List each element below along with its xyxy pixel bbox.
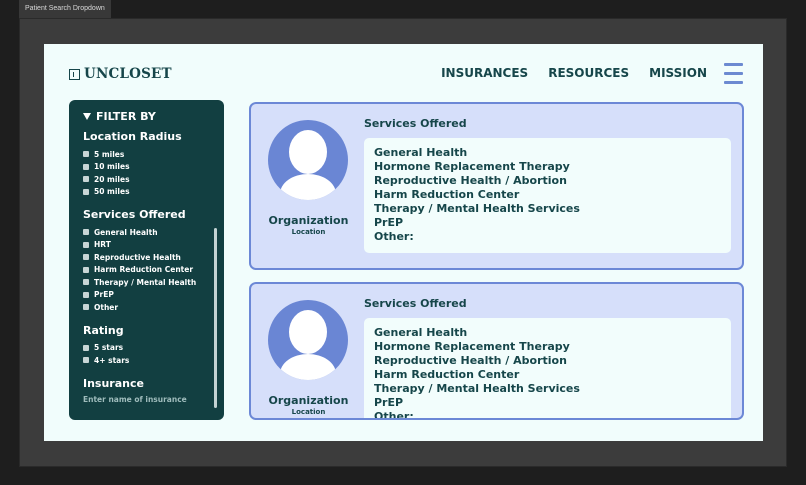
section-title: Rating [83,323,124,337]
option-label: 20 miles [94,174,130,184]
checkbox-icon[interactable] [83,304,89,311]
option-label: HRT [94,240,111,250]
org-info: Organization Location [263,394,354,416]
option-label: 5 stars [94,343,124,353]
option-label: Harm Reduction Center [94,265,194,275]
checkbox-icon[interactable] [83,188,89,195]
insurance-section: Insurance Enter name of insurance [83,377,210,404]
service-item: Reproductive Health / Abortion [374,174,567,187]
service-option-reproductive[interactable]: Reproductive Health [83,251,210,264]
design-canvas: UNCLOSET INSURANCES RESOURCES MISSION FI… [19,18,787,467]
services-section: Services Offered General Health HRT Repr… [83,208,210,314]
hamburger-menu-icon[interactable] [724,63,743,84]
option-label: 50 miles [94,187,130,197]
org-location: Location [291,408,326,416]
checkbox-icon[interactable] [83,291,89,298]
services-title: Services Offered [364,117,467,130]
checkbox-icon[interactable] [83,176,89,183]
org-name: Organization [268,394,349,407]
location-radius-section: Location Radius 5 miles 10 miles 20 mile… [83,130,210,198]
checkbox-icon[interactable] [83,229,89,236]
checkbox-icon[interactable] [83,254,89,261]
services-title: Services Offered [364,297,467,310]
filter-toggle[interactable]: FILTER BY [83,110,210,123]
org-name: Organization [268,214,349,227]
checkbox-icon[interactable] [83,357,89,364]
section-title: Location Radius [83,130,182,143]
org-location: Location [291,228,326,236]
service-item: Harm Reduction Center [374,368,520,381]
insurance-input[interactable]: Enter name of insurance [83,395,210,404]
frame-tab-label: Patient Search Dropdown [19,0,111,18]
service-option-harm-reduction[interactable]: Harm Reduction Center [83,264,210,277]
checkbox-icon[interactable] [83,279,89,286]
rating-section: Rating 5 stars 4+ stars [83,324,210,367]
closet-door-icon [69,68,80,80]
rating-option-5[interactable]: 5 stars [83,342,210,355]
radius-option-10[interactable]: 10 miles [83,161,210,174]
radius-option-20[interactable]: 20 miles [83,173,210,186]
option-label: 10 miles [94,162,130,172]
avatar-icon [268,120,348,200]
caret-down-icon [83,113,91,120]
service-item: Other: [374,230,414,243]
service-item: General Health [374,146,468,159]
service-item: Reproductive Health / Abortion [374,354,567,367]
option-label: Therapy / Mental Health [94,277,197,287]
service-item: Hormone Replacement Therapy [374,340,570,353]
section-title: Insurance [83,376,144,390]
services-list: General Health Hormone Replacement Thera… [364,318,731,420]
option-label: PrEP [94,290,114,300]
option-label: General Health [94,227,158,237]
checkbox-icon[interactable] [83,241,89,248]
checkbox-icon[interactable] [83,266,89,273]
radius-option-5[interactable]: 5 miles [83,148,210,161]
main-nav: INSURANCES RESOURCES MISSION [441,66,707,80]
section-title: Services Offered [83,208,186,221]
service-item: Other: [374,410,414,420]
service-option-therapy[interactable]: Therapy / Mental Health [83,276,210,289]
filter-sidebar: FILTER BY Location Radius 5 miles 10 mil… [69,100,224,420]
organization-card[interactable]: Organization Location Services Offered G… [249,102,744,270]
checkbox-icon[interactable] [83,151,89,158]
service-option-prep[interactable]: PrEP [83,289,210,302]
organization-card[interactable]: Organization Location Services Offered G… [249,282,744,420]
filter-title: FILTER BY [96,110,156,123]
nav-resources[interactable]: RESOURCES [548,66,629,80]
services-list: General Health Hormone Replacement Thera… [364,138,731,253]
service-item: PrEP [374,396,404,409]
service-option-hrt[interactable]: HRT [83,239,210,252]
nav-mission[interactable]: MISSION [649,66,707,80]
nav-insurances[interactable]: INSURANCES [441,66,528,80]
service-item: Therapy / Mental Health Services [374,202,580,215]
logo-text: UNCLOSET [84,66,172,82]
page: UNCLOSET INSURANCES RESOURCES MISSION FI… [44,44,763,441]
service-option-general-health[interactable]: General Health [83,226,210,239]
rating-option-4plus[interactable]: 4+ stars [83,354,210,367]
option-label: Reproductive Health [94,252,181,262]
service-item: Harm Reduction Center [374,188,520,201]
service-item: Hormone Replacement Therapy [374,160,570,173]
org-info: Organization Location [263,214,354,236]
logo[interactable]: UNCLOSET [69,66,172,82]
service-item: Therapy / Mental Health Services [374,382,580,395]
checkbox-icon[interactable] [83,163,89,170]
sidebar-scrollbar[interactable] [214,228,217,408]
service-item: General Health [374,326,468,339]
option-label: 5 miles [94,149,125,159]
option-label: Other [94,302,119,312]
checkbox-icon[interactable] [83,344,89,351]
option-label: 4+ stars [94,355,130,365]
radius-option-50[interactable]: 50 miles [83,186,210,199]
service-item: PrEP [374,216,404,229]
service-option-other[interactable]: Other [83,301,210,314]
avatar-icon [268,300,348,380]
